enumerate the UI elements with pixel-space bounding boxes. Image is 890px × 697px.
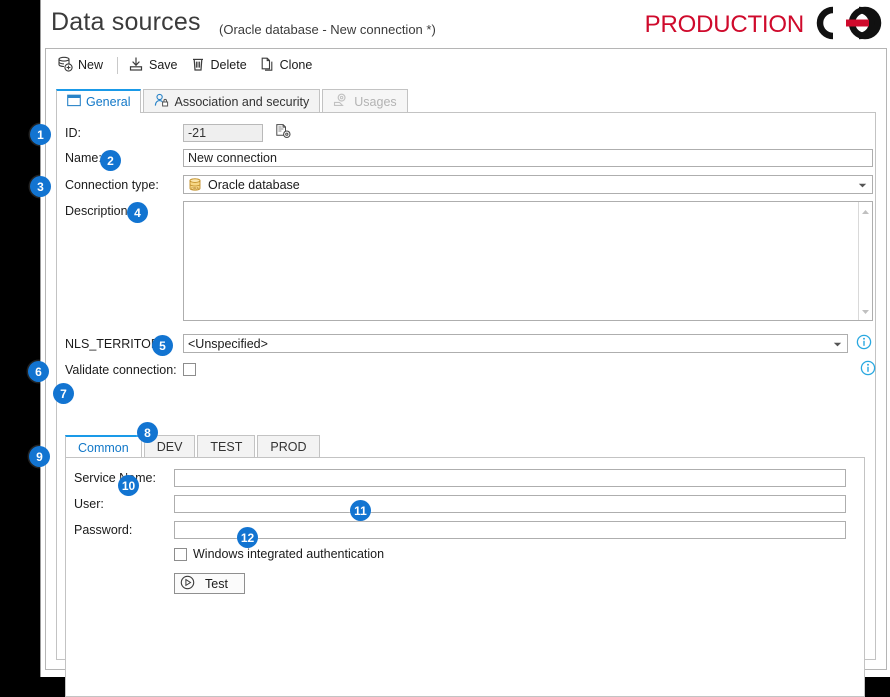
annotation-badge-9: 9 [29, 446, 50, 467]
validate-connection-label: Validate connection: [65, 362, 177, 377]
chevron-down-icon[interactable] [833, 337, 842, 351]
annotation-badge-10: 10 [118, 475, 139, 496]
page-header: Data sources (Oracle database - New conn… [41, 0, 890, 48]
new-button-label: New [78, 58, 104, 72]
field-row-service-name: Service Name: [74, 469, 846, 487]
oracle-database-icon: ORA [188, 177, 202, 192]
chevron-down-icon[interactable] [858, 178, 867, 192]
svg-text:ORA: ORA [191, 186, 199, 190]
toolbar-separator [117, 56, 119, 74]
nls-territory-combo[interactable]: <Unspecified> [183, 334, 848, 353]
service-name-input[interactable] [174, 469, 846, 487]
tab-association-and-security[interactable]: Association and security [143, 89, 321, 113]
windows-auth-label: Windows integrated authentication [193, 547, 385, 561]
field-row-test: Test [174, 573, 245, 594]
save-icon [128, 56, 144, 75]
tab-usages-label: Usages [354, 94, 397, 109]
password-label: Password: [74, 523, 133, 537]
save-button[interactable]: Save [124, 53, 186, 78]
id-input: -21 [183, 123, 263, 142]
field-row-user: User: [74, 495, 846, 513]
save-button-label: Save [149, 58, 178, 72]
validate-connection-info-icon[interactable] [860, 360, 876, 379]
description-textarea[interactable] [183, 201, 873, 321]
field-row-password: Password: [74, 521, 846, 539]
test-button[interactable]: Test [174, 573, 245, 594]
field-row-nls-territory: NLS_TERRITORY: <Unspecified> [65, 334, 872, 353]
annotation-badge-6: 6 [28, 361, 49, 382]
user-input[interactable] [174, 495, 846, 513]
tab-test[interactable]: TEST [197, 435, 256, 458]
connection-type-label: Connection type: [65, 177, 159, 192]
annotation-badge-3: 3 [30, 176, 51, 197]
tab-common-label: Common [78, 440, 129, 455]
field-row-windows-auth: Windows integrated authentication [174, 547, 384, 561]
annotation-badge-7: 7 [53, 383, 74, 404]
tab-association-label: Association and security [174, 94, 310, 109]
environment-tabstrip: Common DEV TEST PROD [65, 435, 865, 458]
tab-usages[interactable]: Usages [322, 89, 408, 113]
tab-test-label: TEST [210, 440, 243, 454]
tab-prod[interactable]: PROD [257, 435, 320, 458]
annotation-badge-5: 5 [152, 335, 173, 356]
chain-link-logo-icon [809, 6, 883, 43]
tab-general[interactable]: General [56, 89, 142, 113]
user-lock-icon [154, 93, 169, 110]
annotation-badge-4: 4 [127, 202, 148, 223]
name-input[interactable] [183, 149, 873, 167]
windows-auth-checkbox[interactable] [174, 547, 187, 561]
toolbar: New Save Delete Clone [46, 49, 886, 81]
main-tabstrip: General Association and security Usages [56, 89, 876, 113]
clone-button-label: Clone [279, 58, 313, 72]
scroll-down-arrow-icon[interactable] [861, 304, 870, 318]
nls-territory-value: <Unspecified> [188, 336, 268, 351]
annotation-badge-1: 1 [30, 124, 51, 145]
name-label: Name: [65, 151, 102, 165]
password-input[interactable] [174, 521, 846, 539]
clone-button[interactable]: Clone [255, 53, 321, 78]
tab-common[interactable]: Common [65, 435, 142, 458]
trash-icon [190, 56, 206, 75]
field-row-id: ID: -21 [65, 123, 292, 142]
window-icon [67, 94, 81, 110]
content-frame: New Save Delete Clone General Associatio… [45, 48, 887, 697]
annotation-badge-8: 8 [137, 422, 158, 443]
new-database-icon [57, 56, 73, 75]
connection-type-combo[interactable]: ORA Oracle database [183, 175, 873, 194]
usages-icon [333, 93, 349, 110]
page-title: Data sources [51, 8, 201, 36]
brand: PRODUCTION [645, 6, 883, 43]
delete-button[interactable]: Delete [186, 53, 255, 78]
description-scrollbar[interactable] [858, 202, 872, 320]
tab-general-label: General [86, 95, 131, 109]
field-row-connection-type: Connection type: ORA Oracle database [65, 175, 873, 194]
id-label: ID: [65, 125, 81, 140]
field-row-description: Description: [65, 201, 873, 324]
field-row-name: Name: [65, 149, 873, 167]
field-row-validate-connection: Validate connection: [65, 360, 876, 379]
page-subtitle: (Oracle database - New connection *) [219, 22, 436, 37]
tab-dev-label: DEV [156, 440, 183, 454]
new-button[interactable]: New [53, 53, 111, 78]
copy-icon [259, 56, 275, 75]
nls-territory-info-icon[interactable] [856, 334, 872, 353]
tab-prod-label: PROD [270, 440, 307, 454]
validate-connection-checkbox[interactable] [183, 363, 196, 376]
annotation-badge-12: 12 [237, 527, 258, 548]
play-circle-icon [180, 575, 195, 593]
delete-button-label: Delete [210, 58, 247, 72]
scroll-up-arrow-icon[interactable] [861, 204, 870, 218]
connection-type-value: Oracle database [208, 177, 300, 192]
test-button-label: Test [205, 576, 228, 591]
brand-label: PRODUCTION [644, 10, 805, 38]
description-label: Description: [65, 204, 131, 218]
common-tab-panel: Service Name: User: Password: Windows in… [65, 457, 865, 697]
user-label: User: [74, 497, 104, 511]
general-tab-panel: ID: -21 Name: Conn [56, 112, 876, 697]
document-gear-icon[interactable] [275, 123, 292, 142]
annotation-badge-2: 2 [100, 150, 121, 171]
annotation-badge-11: 11 [350, 500, 371, 521]
